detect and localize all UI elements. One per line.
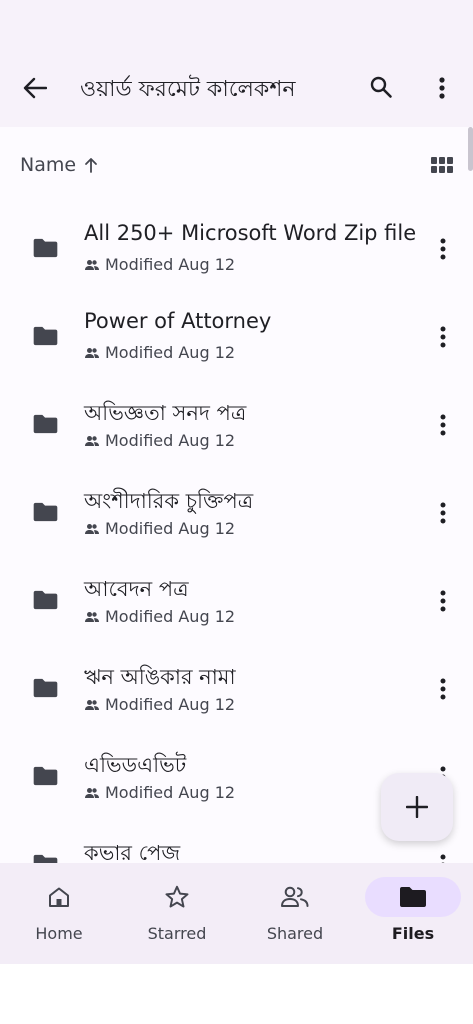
- shared-people-icon: [85, 699, 99, 710]
- search-button[interactable]: [366, 72, 396, 102]
- file-name: Power of Attorney: [84, 309, 272, 333]
- folder-icon: [33, 590, 58, 610]
- shared-people-icon: [85, 435, 99, 446]
- file-meta: Modified Aug 12: [84, 255, 235, 274]
- people-icon: [281, 886, 309, 907]
- file-meta: Modified Aug 12: [84, 431, 235, 450]
- search-icon: [370, 76, 392, 98]
- file-name: আবেদন পত্র: [84, 577, 189, 601]
- shared-people-icon: [85, 787, 99, 798]
- file-row[interactable]: অভিজ্ঞতা সনদ পত্র Modified Aug 12: [0, 397, 473, 485]
- more-vert-icon: [440, 854, 446, 863]
- file-name: কভার পেজ: [84, 841, 181, 863]
- file-modified: Modified Aug 12: [105, 695, 236, 714]
- back-button[interactable]: [18, 74, 52, 102]
- file-name: অভিজ্ঞতা সনদ পত্র: [84, 401, 247, 425]
- file-name: এভিডএভিট: [84, 753, 187, 777]
- folder-icon: [33, 766, 58, 786]
- file-modified: Modified Aug 12: [105, 255, 236, 274]
- nav-starred-label: Starred: [147, 924, 207, 943]
- nav-shared-label: Shared: [266, 924, 324, 943]
- more-vert-icon: [440, 238, 446, 260]
- more-vert-icon: [440, 590, 446, 612]
- file-more-button[interactable]: [432, 410, 454, 440]
- arrow-upward-icon: [85, 158, 97, 173]
- more-vert-icon: [440, 502, 446, 524]
- file-modified: Modified Aug 12: [105, 519, 236, 538]
- sort-label: Name: [20, 154, 77, 176]
- sort-bar: Name: [20, 154, 457, 184]
- file-row[interactable]: Power of Attorney Modified Aug 12: [0, 309, 473, 397]
- shared-people-icon: [85, 259, 99, 270]
- folder-icon: [33, 238, 58, 258]
- star-icon: [165, 885, 189, 908]
- file-row[interactable]: ঋন অঙিকার নামা Modified Aug 12: [0, 661, 473, 749]
- file-list-pane[interactable]: Name All 250+ Microsoft Word Zip file Mod…: [0, 127, 473, 863]
- sort-by-name-button[interactable]: Name: [20, 154, 98, 176]
- folder-icon: [33, 854, 58, 863]
- file-meta: Modified Aug 12: [84, 519, 235, 538]
- shared-people-icon: [85, 347, 99, 358]
- more-vert-icon: [440, 678, 446, 700]
- nav-home[interactable]: Home: [0, 863, 118, 964]
- folder-icon: [33, 678, 58, 698]
- file-more-button[interactable]: [432, 498, 454, 528]
- folder-icon: [33, 502, 58, 522]
- more-vert-icon: [439, 77, 445, 99]
- home-icon: [49, 887, 69, 907]
- file-more-button[interactable]: [432, 674, 454, 704]
- nav-files-label: Files: [391, 924, 435, 943]
- file-more-button[interactable]: [432, 234, 454, 264]
- file-name: All 250+ Microsoft Word Zip file: [84, 221, 417, 245]
- file-modified: Modified Aug 12: [105, 783, 236, 802]
- nav-files[interactable]: Files: [354, 863, 472, 964]
- file-modified: Modified Aug 12: [105, 607, 236, 626]
- file-modified: Modified Aug 12: [105, 431, 236, 450]
- folder-title: ওয়ার্ড ফরমেট কালেকশন: [80, 77, 296, 102]
- file-name: ঋন অঙিকার নামা: [84, 665, 236, 689]
- file-list: All 250+ Microsoft Word Zip file Modified…: [0, 221, 473, 863]
- bottom-navigation: Home Starred Shared Files: [0, 863, 473, 964]
- file-meta: Modified Aug 12: [84, 695, 235, 714]
- more-options-button[interactable]: [430, 74, 454, 102]
- shared-people-icon: [85, 523, 99, 534]
- file-row[interactable]: All 250+ Microsoft Word Zip file Modified…: [0, 221, 473, 309]
- more-vert-icon: [440, 326, 446, 348]
- new-button[interactable]: [381, 773, 453, 841]
- file-more-button[interactable]: [432, 586, 454, 616]
- active-indicator: [365, 877, 461, 917]
- top-app-bar: ওয়ার্ড ফরমেট কালেকশন: [0, 50, 473, 126]
- shared-people-icon: [85, 611, 99, 622]
- file-more-button[interactable]: [432, 322, 454, 352]
- file-meta: Modified Aug 12: [84, 607, 235, 626]
- file-more-button[interactable]: [432, 850, 454, 863]
- nav-home-label: Home: [35, 924, 83, 943]
- grid-view-button[interactable]: [431, 157, 455, 177]
- file-name: অংশীদারিক চুক্তিপত্র: [84, 489, 254, 513]
- nav-shared[interactable]: Shared: [236, 863, 354, 964]
- folder-icon: [33, 326, 58, 346]
- nav-starred[interactable]: Starred: [118, 863, 236, 964]
- status-bar: [0, 0, 473, 50]
- file-row[interactable]: অংশীদারিক চুক্তিপত্র Modified Aug 12: [0, 485, 473, 573]
- more-vert-icon: [440, 414, 446, 436]
- folder-icon: [33, 414, 58, 434]
- file-row[interactable]: আবেদন পত্র Modified Aug 12: [0, 573, 473, 661]
- file-modified: Modified Aug 12: [105, 343, 236, 362]
- scrollbar[interactable]: [468, 127, 473, 171]
- file-meta: Modified Aug 12: [84, 783, 235, 802]
- folder-icon: [400, 887, 426, 907]
- add-icon: [406, 796, 428, 818]
- file-meta: Modified Aug 12: [84, 343, 235, 362]
- arrow-back-icon: [23, 77, 47, 99]
- files-app: ওয়ার্ড ফরমেট কালেকশন Name All 250+ Micr…: [0, 0, 473, 964]
